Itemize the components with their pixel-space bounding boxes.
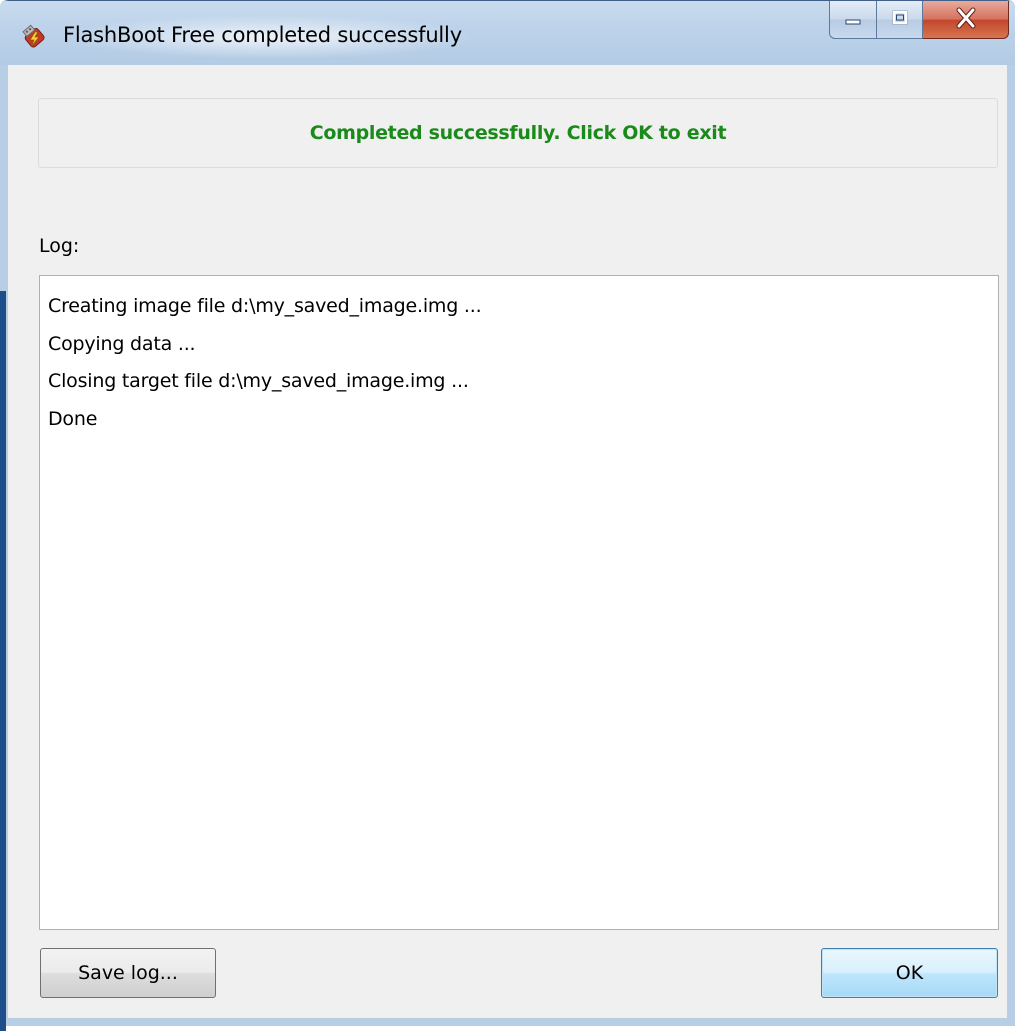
log-line: Creating image file d:\my_saved_image.im… [48,295,482,317]
maximize-icon [890,8,910,32]
save-log-button[interactable]: Save log... [40,948,216,998]
status-message: Completed successfully. Click OK to exit [309,122,727,144]
dialog-window: FlashBoot Free completed successfully Co… [0,0,1015,1031]
window-frame-edge [0,291,6,1031]
log-line: Copying data ... [48,332,196,355]
minimize-icon [843,8,863,32]
log-line: Closing target file d:\my_saved_image.im… [48,370,469,392]
log-line: Done [48,407,98,430]
window-title: FlashBoot Free completed successfully [63,23,462,47]
ok-button[interactable]: OK [821,948,998,998]
close-icon [954,7,978,33]
minimize-button[interactable] [829,1,877,39]
title-bar[interactable]: FlashBoot Free completed successfully [0,1,1015,65]
log-textbox[interactable]: Creating image file d:\my_saved_image.im… [39,275,999,930]
usb-flash-icon [20,23,48,51]
caption-buttons [829,1,1009,41]
close-button[interactable] [923,1,1009,39]
dialog-client-area: Completed successfully. Click OK to exit… [8,65,1007,1018]
status-panel: Completed successfully. Click OK to exit [38,98,998,168]
log-label: Log: [39,235,80,257]
maximize-button[interactable] [877,1,923,39]
